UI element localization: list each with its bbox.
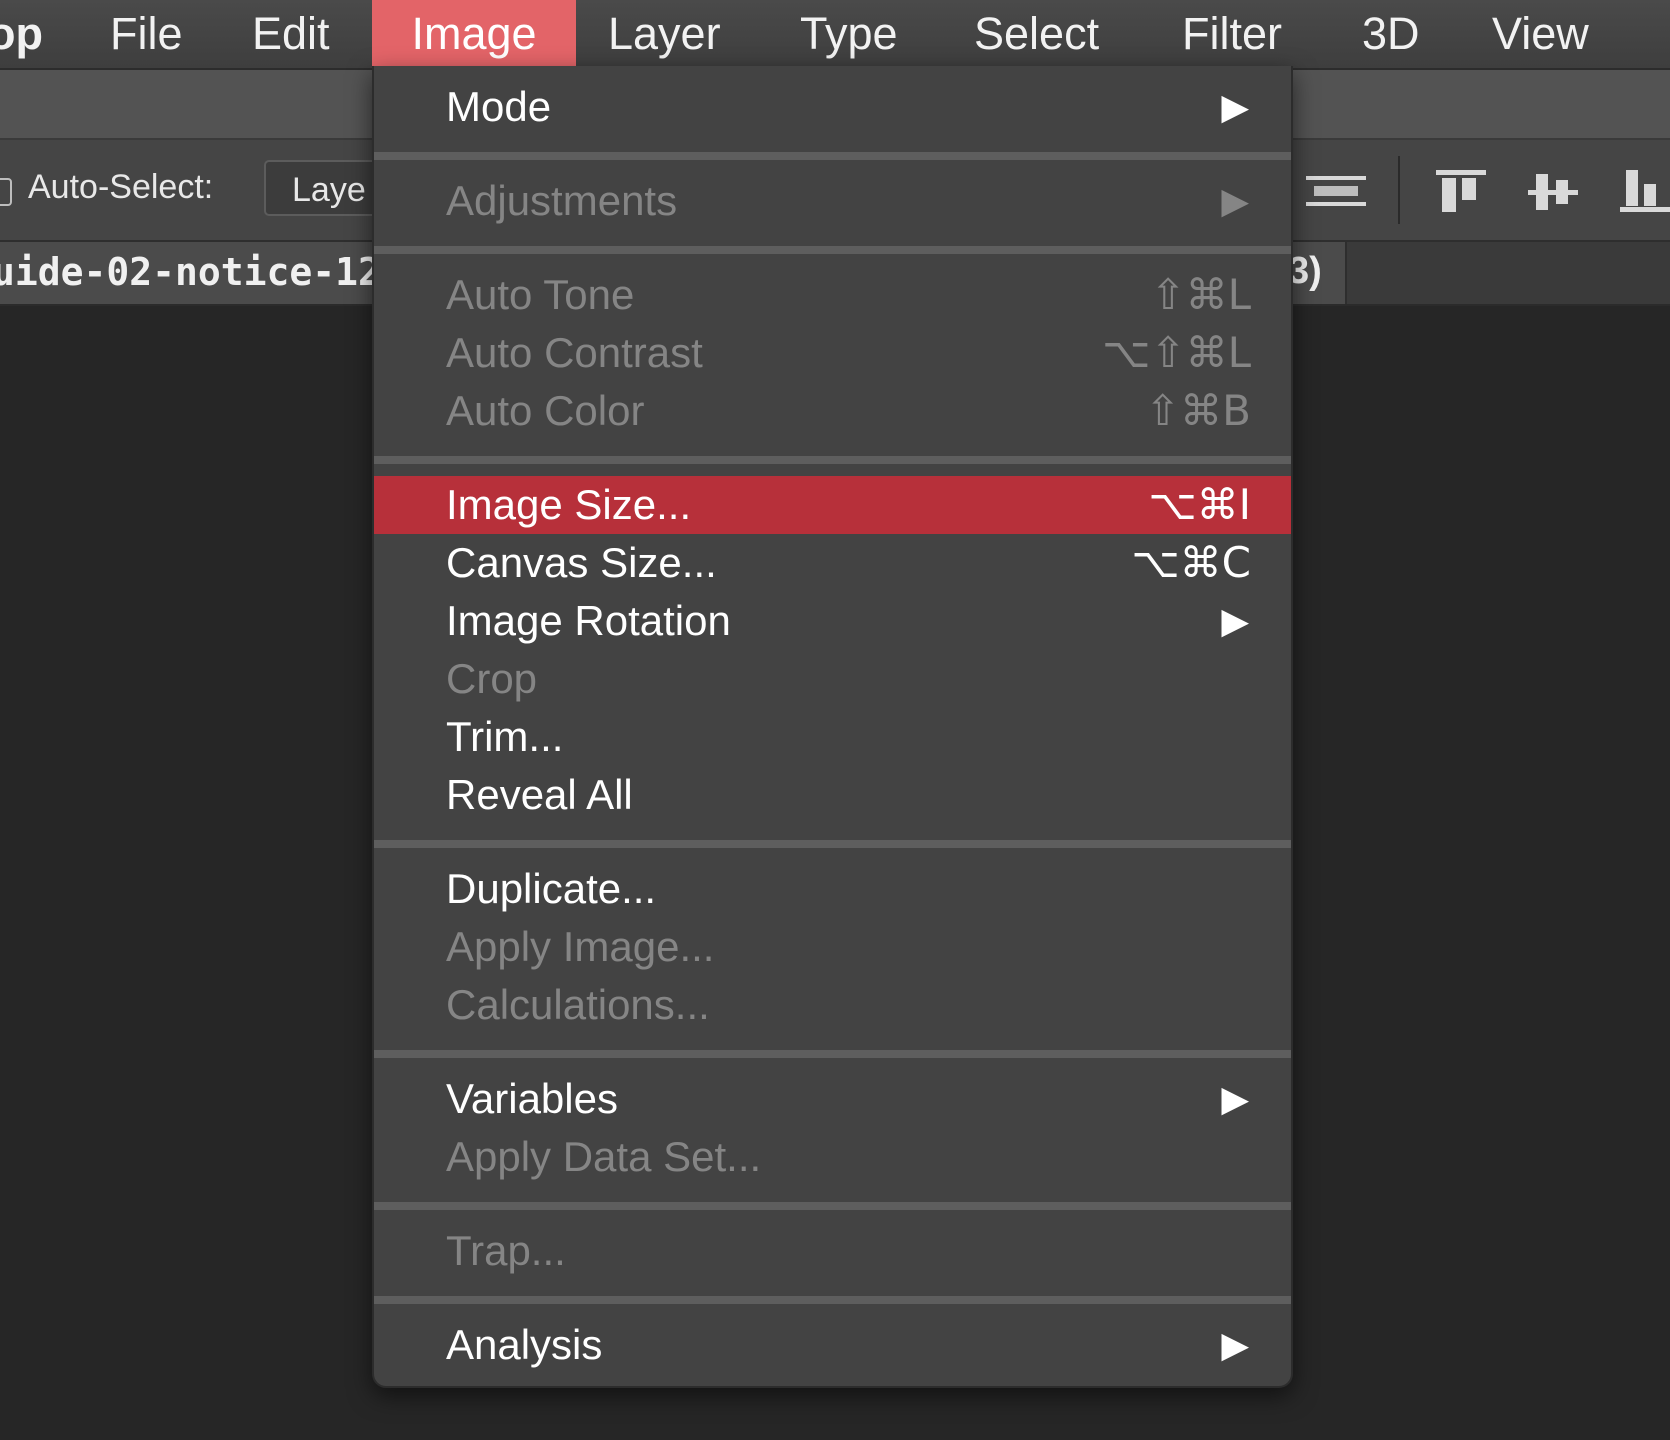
submenu-arrow-icon: ▶ [1221, 600, 1249, 641]
menu-item-variables[interactable]: Variables ▶ [374, 1070, 1291, 1128]
align-vertical-centers-icon[interactable] [1528, 172, 1578, 212]
menu-separator [374, 1296, 1291, 1304]
menu-item-label: Reveal All [446, 771, 633, 818]
menu-type[interactable]: Type [800, 0, 898, 68]
submenu-arrow-icon: ▶ [1221, 1078, 1249, 1119]
menu-item-apply-image[interactable]: Apply Image... [374, 918, 1291, 976]
menu-app-name[interactable]: op [0, 0, 43, 68]
menu-separator [374, 1202, 1291, 1210]
image-menu-dropdown: Mode ▶ Adjustments ▶ Auto Tone ⇧⌘L Auto … [372, 66, 1293, 1388]
menu-item-label: Variables [446, 1075, 618, 1122]
menu-separator [374, 840, 1291, 848]
menu-item-shortcut: ⌥⌘I [1148, 480, 1251, 529]
menu-item-label: Trim... [446, 713, 564, 760]
menu-item-label: Trap... [446, 1227, 566, 1274]
menu-item-label: Duplicate... [446, 865, 657, 912]
menu-3d[interactable]: 3D [1362, 0, 1420, 68]
menu-item-trap[interactable]: Trap... [374, 1222, 1291, 1280]
menu-item-duplicate[interactable]: Duplicate... [374, 860, 1291, 918]
menu-item-image-size[interactable]: Image Size... ⌥⌘I [374, 476, 1291, 534]
menu-item-label: Calculations... [446, 981, 710, 1028]
menu-item-label: Analysis [446, 1321, 603, 1368]
menu-item-adjustments[interactable]: Adjustments ▶ [374, 172, 1291, 230]
menu-file[interactable]: File [110, 0, 183, 68]
menu-view[interactable]: View [1492, 0, 1589, 68]
menu-item-shortcut: ⇧⌘B [1144, 386, 1251, 435]
menu-item-label: Auto Contrast [446, 329, 703, 376]
menu-item-label: Apply Data Set... [446, 1133, 762, 1180]
menu-item-auto-color[interactable]: Auto Color ⇧⌘B [374, 382, 1291, 440]
menu-separator [374, 456, 1291, 464]
menu-item-auto-contrast[interactable]: Auto Contrast ⌥⇧⌘L [374, 324, 1291, 382]
menu-layer[interactable]: Layer [608, 0, 721, 68]
align-horizontal-centers-icon[interactable] [1306, 176, 1366, 206]
menu-item-auto-tone[interactable]: Auto Tone ⇧⌘L [374, 266, 1291, 324]
menu-item-shortcut: ⌥⌘C [1131, 538, 1251, 587]
menu-item-reveal-all[interactable]: Reveal All [374, 766, 1291, 824]
menu-filter[interactable]: Filter [1182, 0, 1282, 68]
menu-item-calculations[interactable]: Calculations... [374, 976, 1291, 1034]
auto-select-checkbox[interactable] [0, 178, 12, 206]
document-tab-title-end: 3) [1288, 250, 1322, 292]
menu-separator [374, 246, 1291, 254]
menu-item-apply-data-set[interactable]: Apply Data Set... [374, 1128, 1291, 1186]
submenu-arrow-icon: ▶ [1221, 1324, 1249, 1365]
menu-item-label: Adjustments [446, 177, 678, 224]
menu-bar: op File Edit Image Layer Type Select Fil… [0, 0, 1670, 70]
submenu-arrow-icon: ▶ [1221, 86, 1249, 127]
menu-item-label: Apply Image... [446, 923, 715, 970]
submenu-arrow-icon: ▶ [1221, 180, 1249, 221]
menu-item-label: Auto Tone [446, 271, 635, 318]
menu-item-mode[interactable]: Mode ▶ [374, 78, 1291, 136]
options-divider [1398, 156, 1400, 224]
align-top-edges-icon[interactable] [1436, 170, 1486, 212]
document-tab-title: uide-02-notice-12 [0, 250, 381, 294]
menu-item-label: Auto Color [446, 387, 645, 434]
menu-item-label: Crop [446, 655, 538, 702]
menu-item-trim[interactable]: Trim... [374, 708, 1291, 766]
menu-item-image-rotation[interactable]: Image Rotation ▶ [374, 592, 1291, 650]
menu-item-crop[interactable]: Crop [374, 650, 1291, 708]
menu-item-shortcut: ⇧⌘L [1150, 270, 1251, 319]
menu-item-analysis[interactable]: Analysis ▶ [374, 1316, 1291, 1374]
menu-edit[interactable]: Edit [252, 0, 330, 68]
menu-item-label: Mode [446, 83, 552, 130]
menu-separator [374, 152, 1291, 160]
menu-image[interactable]: Image [372, 0, 576, 68]
menu-item-canvas-size[interactable]: Canvas Size... ⌥⌘C [374, 534, 1291, 592]
menu-item-shortcut: ⌥⇧⌘L [1102, 328, 1251, 377]
menu-item-label: Canvas Size... [446, 539, 717, 586]
menu-separator [374, 1050, 1291, 1058]
menu-select[interactable]: Select [974, 0, 1099, 68]
menu-item-label: Image Size... [446, 481, 692, 528]
align-bottom-edges-icon[interactable] [1620, 170, 1670, 212]
auto-select-label: Auto-Select: [28, 168, 214, 206]
menu-item-label: Image Rotation [446, 597, 731, 644]
